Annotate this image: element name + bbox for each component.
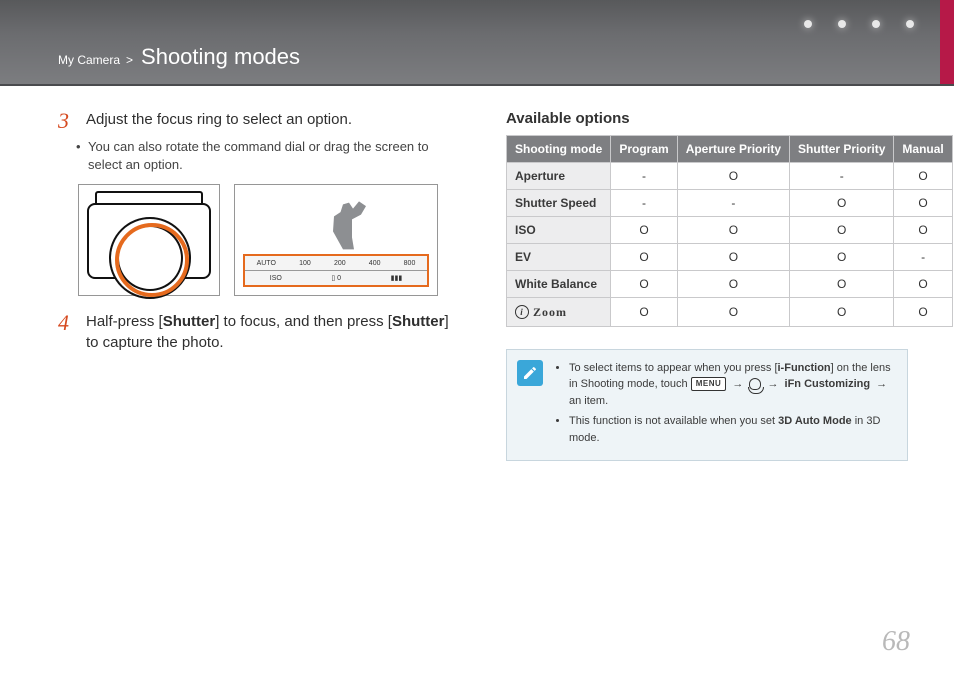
table-row: Shutter Speed - - O O: [507, 190, 953, 217]
person-silhouette-icon: [323, 195, 373, 255]
step-number: 4: [58, 312, 76, 353]
pencil-note-icon: [517, 360, 543, 386]
header-decoration: [804, 20, 914, 28]
figures-row: AUTO 100 200 400 800 ISO ▯ 0 ▮▮▮: [78, 184, 460, 296]
step-3-sub: You can also rotate the command dial or …: [88, 138, 460, 174]
right-column: Available options Shooting mode Program …: [506, 110, 908, 676]
step-text: Adjust the focus ring to select an optio…: [86, 110, 352, 132]
page-number: 68: [882, 626, 910, 658]
breadcrumb: My Camera > Shooting modes: [58, 44, 300, 70]
options-table: Shooting mode Program Aperture Priority …: [506, 135, 953, 327]
table-row: i Zoom O O O O: [507, 298, 953, 327]
breadcrumb-prefix: My Camera: [58, 53, 120, 67]
scale-values: AUTO 100 200 400 800: [245, 256, 427, 270]
content-area: 3 Adjust the focus ring to select an opt…: [0, 84, 954, 676]
iso-scale: AUTO 100 200 400 800 ISO ▯ 0 ▮▮▮: [243, 254, 429, 287]
table-row: White Balance O O O O: [507, 271, 953, 298]
table-row: EV O O O -: [507, 244, 953, 271]
info-icon: i: [515, 305, 529, 319]
menu-key-icon: MENU: [691, 377, 727, 391]
user-icon: [749, 378, 761, 390]
table-header-row: Shooting mode Program Aperture Priority …: [507, 136, 953, 163]
accent-tab: [940, 0, 954, 84]
focus-ring-highlight: [115, 223, 189, 297]
page-title: Shooting modes: [141, 44, 300, 70]
left-column: 3 Adjust the focus ring to select an opt…: [58, 110, 460, 676]
camera-illustration: [78, 184, 220, 296]
screen-illustration: AUTO 100 200 400 800 ISO ▯ 0 ▮▮▮: [234, 184, 438, 296]
note-box: To select items to appear when you press…: [506, 349, 908, 462]
zoom-label: i Zoom: [515, 305, 567, 320]
step-3: 3 Adjust the focus ring to select an opt…: [58, 110, 460, 132]
scale-label-row: ISO ▯ 0 ▮▮▮: [245, 270, 427, 285]
breadcrumb-sep: >: [126, 53, 133, 67]
options-heading: Available options: [506, 110, 908, 127]
step-text: Half-press [Shutter] to focus, and then …: [86, 312, 460, 353]
table-row: Aperture - O - O: [507, 163, 953, 190]
step-number: 3: [58, 110, 76, 132]
step-4: 4 Half-press [Shutter] to focus, and the…: [58, 312, 460, 353]
manual-page: My Camera > Shooting modes 3 Adjust the …: [0, 0, 954, 676]
page-header: My Camera > Shooting modes: [0, 0, 954, 86]
note-item: To select items to appear when you press…: [569, 360, 895, 410]
note-item: This function is not available when you …: [569, 413, 895, 446]
table-row: ISO O O O O: [507, 217, 953, 244]
